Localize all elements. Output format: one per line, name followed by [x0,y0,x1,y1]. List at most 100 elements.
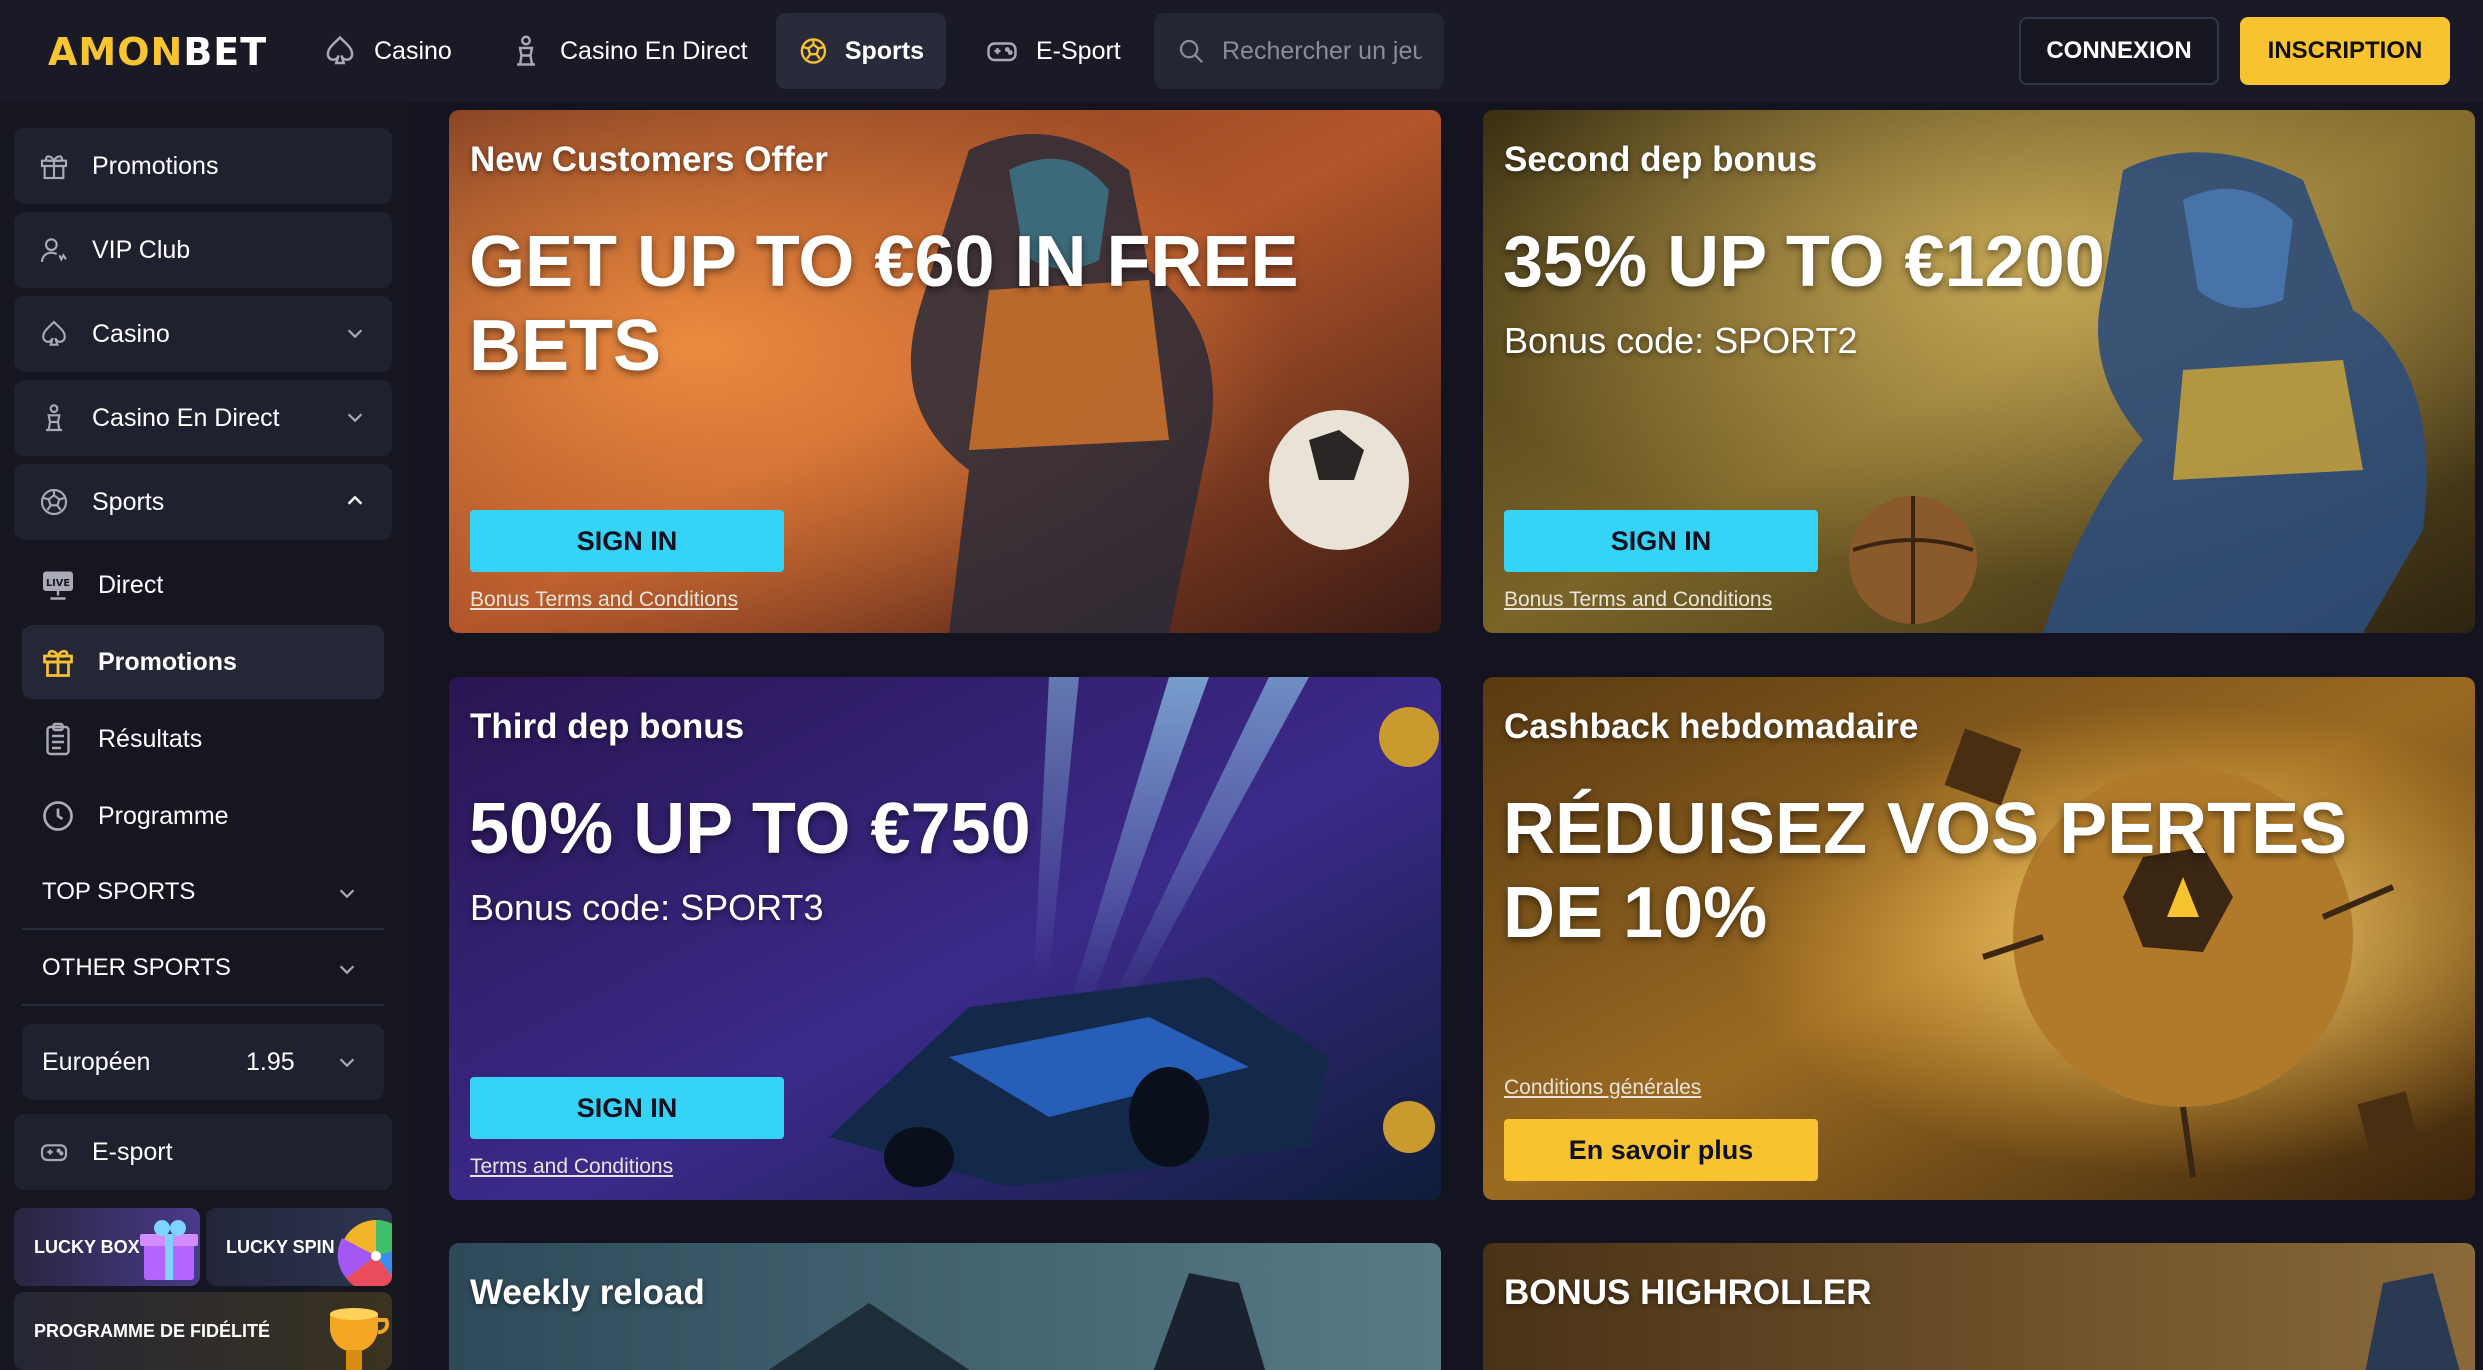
lucky-spin-tile[interactable]: LUCKY SPIN [206,1208,392,1286]
svg-text:LIVE: LIVE [46,578,70,589]
lucky-box-label: LUCKY BOX [34,1236,140,1257]
sports-sub-promotions[interactable]: Promotions [22,625,384,699]
nav-sports[interactable]: Sports [776,13,946,89]
sign-in-button[interactable]: SIGN IN [470,510,784,572]
card-title: Third dep bonus [470,707,745,746]
section-other-sports[interactable]: OTHER SPORTS [22,932,384,1006]
sidebar-item-promotions[interactable]: Promotions [14,128,392,204]
signup-button[interactable]: INSCRIPTION [2240,17,2450,85]
soccer-ball-icon [800,38,827,64]
promo-card-weekly-reload: Weekly reload [449,1243,1441,1370]
sports-sub-schedule[interactable]: Programme [22,779,384,853]
clipboard-icon [46,722,70,756]
logo-text-white: BET [183,30,268,74]
card-headline: RÉDUISEZ VOS PERTES DE 10% [1503,789,2348,953]
chevron-down-icon[interactable] [344,322,366,344]
gift-icon [40,155,68,180]
sidebar-item-sports[interactable]: Sports [14,464,392,540]
gift-box-icon [140,1220,198,1280]
card-headline: GET UP TO €60 IN FREE BETS [469,222,1299,386]
live-tv-icon: LIVE [43,571,73,600]
chevron-down-icon [339,965,355,975]
clock-icon [43,801,73,831]
section-label: TOP SPORTS [42,878,196,905]
learn-more-button[interactable]: En savoir plus [1504,1119,1818,1181]
sports-sub-results[interactable]: Résultats [22,702,384,776]
nav-casino-label: Casino [374,36,452,65]
sidebar-item-casino[interactable]: Casino [14,296,392,372]
nav-esport[interactable]: E-Sport [962,13,1143,89]
promotions-grid: New Customers Offer GET UP TO €60 IN FRE… [410,102,2483,1370]
sign-in-button[interactable]: SIGN IN [1504,510,1818,572]
sidebar-item-label: E-sport [92,1137,173,1166]
lucky-box-tile[interactable]: LUCKY BOX [14,1208,200,1286]
sidebar-item-live-casino[interactable]: Casino En Direct [14,380,392,456]
terms-link[interactable]: Conditions générales [1504,1076,1701,1100]
sidebar-item-label: Casino [92,319,170,348]
terms-link[interactable]: Bonus Terms and Conditions [470,588,738,612]
dealer-icon [46,404,62,432]
card-title: Weekly reload [470,1273,705,1312]
card-title: Cashback hebdomadaire [1504,707,1919,746]
login-button[interactable]: CONNEXION [2019,17,2219,85]
loyalty-label: PROGRAMME DE FIDÉLITÉ [34,1320,271,1341]
nav-esport-label: E-Sport [1036,36,1121,65]
site-logo[interactable]: AMONBET [48,30,267,74]
chevron-down-icon [339,1058,355,1068]
wheel-icon [337,1220,392,1286]
nav-casino[interactable]: Casino [300,13,474,89]
nav-live-casino-label: Casino En Direct [560,36,748,65]
spade-icon [42,320,66,346]
sign-in-button[interactable]: SIGN IN [470,1077,784,1139]
card-headline: 50% UP TO €750 [469,789,1031,869]
odds-format-value: 1.95 [246,1047,295,1076]
sports-sub-label: Résultats [98,724,203,753]
chevron-up-icon[interactable] [344,490,366,512]
loyalty-program-tile[interactable]: PROGRAMME DE FIDÉLITÉ [14,1292,392,1370]
terms-link[interactable]: Bonus Terms and Conditions [1504,588,1772,612]
section-label: OTHER SPORTS [42,954,231,981]
lucky-spin-label: LUCKY SPIN [226,1236,335,1257]
nav-live-casino[interactable]: Casino En Direct [486,13,770,89]
sidebar-item-label: Sports [92,487,165,516]
game-search[interactable] [1154,13,1444,89]
soccer-ball-icon [40,488,68,516]
sidebar-item-label: Promotions [92,151,219,180]
card-title: New Customers Offer [470,140,828,179]
odds-format-select[interactable]: Européen 1.95 [22,1024,384,1100]
logo-text-gold: AMON [48,30,184,74]
terms-link[interactable]: Terms and Conditions [470,1155,673,1179]
card-headline: 35% UP TO €1200 [1503,222,2105,302]
chevron-down-icon[interactable] [344,406,366,428]
section-top-sports[interactable]: TOP SPORTS [22,856,384,930]
bonus-code: Bonus code: SPORT2 [1504,320,1858,361]
sidebar-item-vip-club[interactable]: VIP Club [14,212,392,288]
sidebar-item-label: VIP Club [92,235,191,264]
sports-sub-direct[interactable]: LIVE Direct [22,548,384,622]
trophy-icon [330,1308,390,1370]
bonus-code: Bonus code: SPORT3 [470,887,824,928]
dealer-icon [517,35,535,66]
sports-sub-label: Promotions [98,647,237,676]
search-icon [1179,39,1204,64]
sports-sub-label: Programme [98,801,229,830]
promo-card-cashback: Cashback hebdomadaire RÉDUISEZ VOS PERTE… [1483,677,2475,1200]
chevron-down-icon [339,889,355,899]
card-title: BONUS HIGHROLLER [1504,1273,1872,1312]
odds-format-label: Européen [42,1047,151,1076]
sidebar-item-esport[interactable]: E-sport [14,1114,392,1190]
spade-icon [326,35,354,65]
top-header: AMONBET Casino Casino En Direct Sports E… [0,0,2483,102]
promo-card-new-customers: New Customers Offer GET UP TO €60 IN FRE… [449,110,1441,633]
sidebar-item-label: Casino En Direct [92,403,280,432]
gift-icon [43,649,73,677]
search-input[interactable] [1222,36,1422,66]
promo-card-highroller: BONUS HIGHROLLER [1483,1243,2475,1370]
sidebar: Promotions VIP Club Casino Casino En Dir… [0,102,410,1370]
promo-card-second-deposit: Second dep bonus 35% UP TO €1200 Bonus c… [1483,110,2475,633]
gamepad-icon [987,42,1017,62]
sports-sub-label: Direct [98,570,164,599]
gamepad-icon [40,1144,68,1162]
card-title: Second dep bonus [1504,140,1818,179]
promo-card-third-deposit: Third dep bonus 50% UP TO €750 Bonus cod… [449,677,1441,1200]
